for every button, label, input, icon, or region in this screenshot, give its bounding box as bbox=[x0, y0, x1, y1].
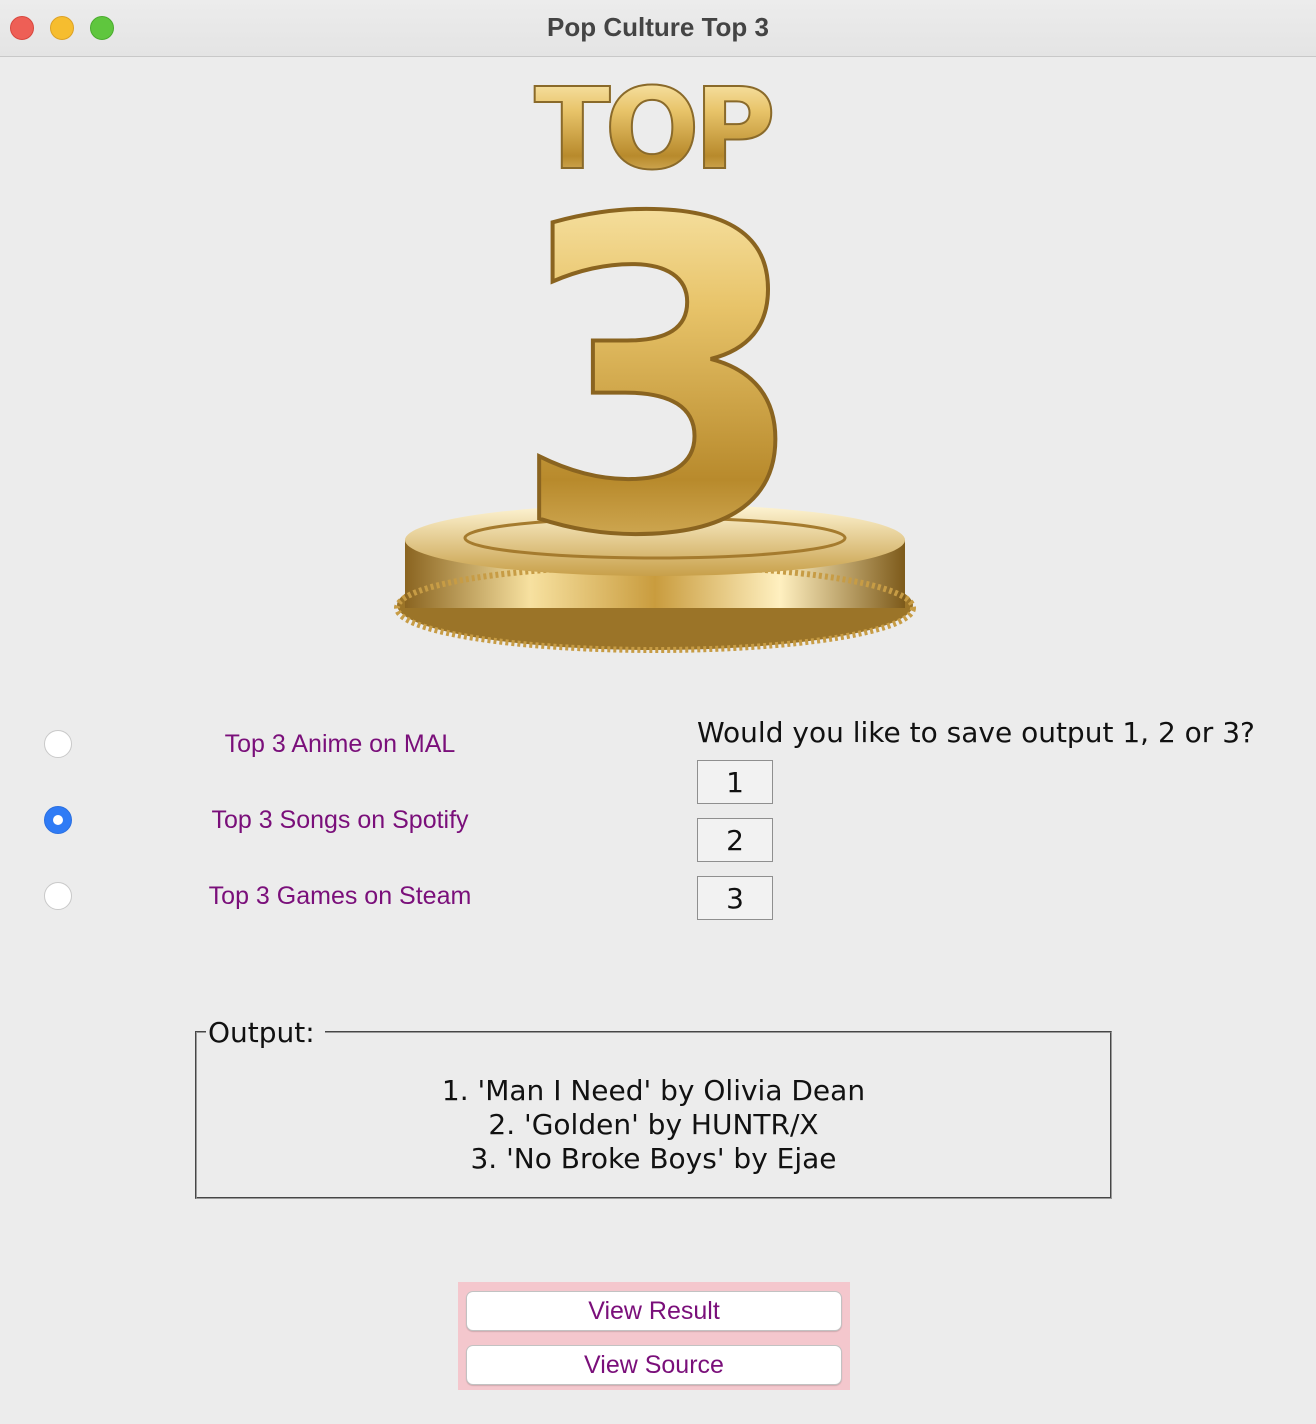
window-titlebar: Pop Culture Top 3 bbox=[0, 0, 1316, 57]
view-source-button[interactable]: View Source bbox=[466, 1345, 842, 1385]
radio-label[interactable]: Top 3 Anime on MAL bbox=[80, 730, 600, 759]
window-title: Pop Culture Top 3 bbox=[547, 12, 769, 42]
save-output-2-button[interactable]: 2 bbox=[697, 818, 773, 862]
output-line-2: 2. 'Golden' by HUNTR/X bbox=[488, 1108, 819, 1141]
radio-button[interactable] bbox=[44, 730, 72, 758]
output-line-1: 1. 'Man I Need' by Olivia Dean bbox=[441, 1074, 866, 1107]
radio-button[interactable] bbox=[44, 882, 72, 910]
save-question: Would you like to save output 1, 2 or 3? bbox=[697, 716, 1255, 749]
output-text: 1. 'Man I Need' by Olivia Dean 2. 'Golde… bbox=[197, 1074, 1110, 1176]
category-option-songs-spotify[interactable]: Top 3 Songs on Spotify bbox=[0, 800, 660, 840]
category-option-anime-mal[interactable]: Top 3 Anime on MAL bbox=[0, 724, 660, 764]
output-line-3: 3. 'No Broke Boys' by Ejae bbox=[470, 1142, 837, 1175]
logo-number-text: 3 bbox=[510, 130, 809, 630]
radio-label[interactable]: Top 3 Games on Steam bbox=[80, 882, 600, 911]
gold-top-3-trophy-logo: TOP 3 bbox=[394, 64, 916, 653]
output-legend: Output: bbox=[206, 1016, 325, 1049]
category-option-games-steam[interactable]: Top 3 Games on Steam bbox=[0, 876, 660, 916]
radio-button[interactable] bbox=[44, 806, 72, 834]
save-output-3-button[interactable]: 3 bbox=[697, 876, 773, 920]
radio-label[interactable]: Top 3 Songs on Spotify bbox=[80, 806, 600, 835]
view-result-button[interactable]: View Result bbox=[466, 1291, 842, 1331]
save-output-1-button[interactable]: 1 bbox=[697, 760, 773, 804]
